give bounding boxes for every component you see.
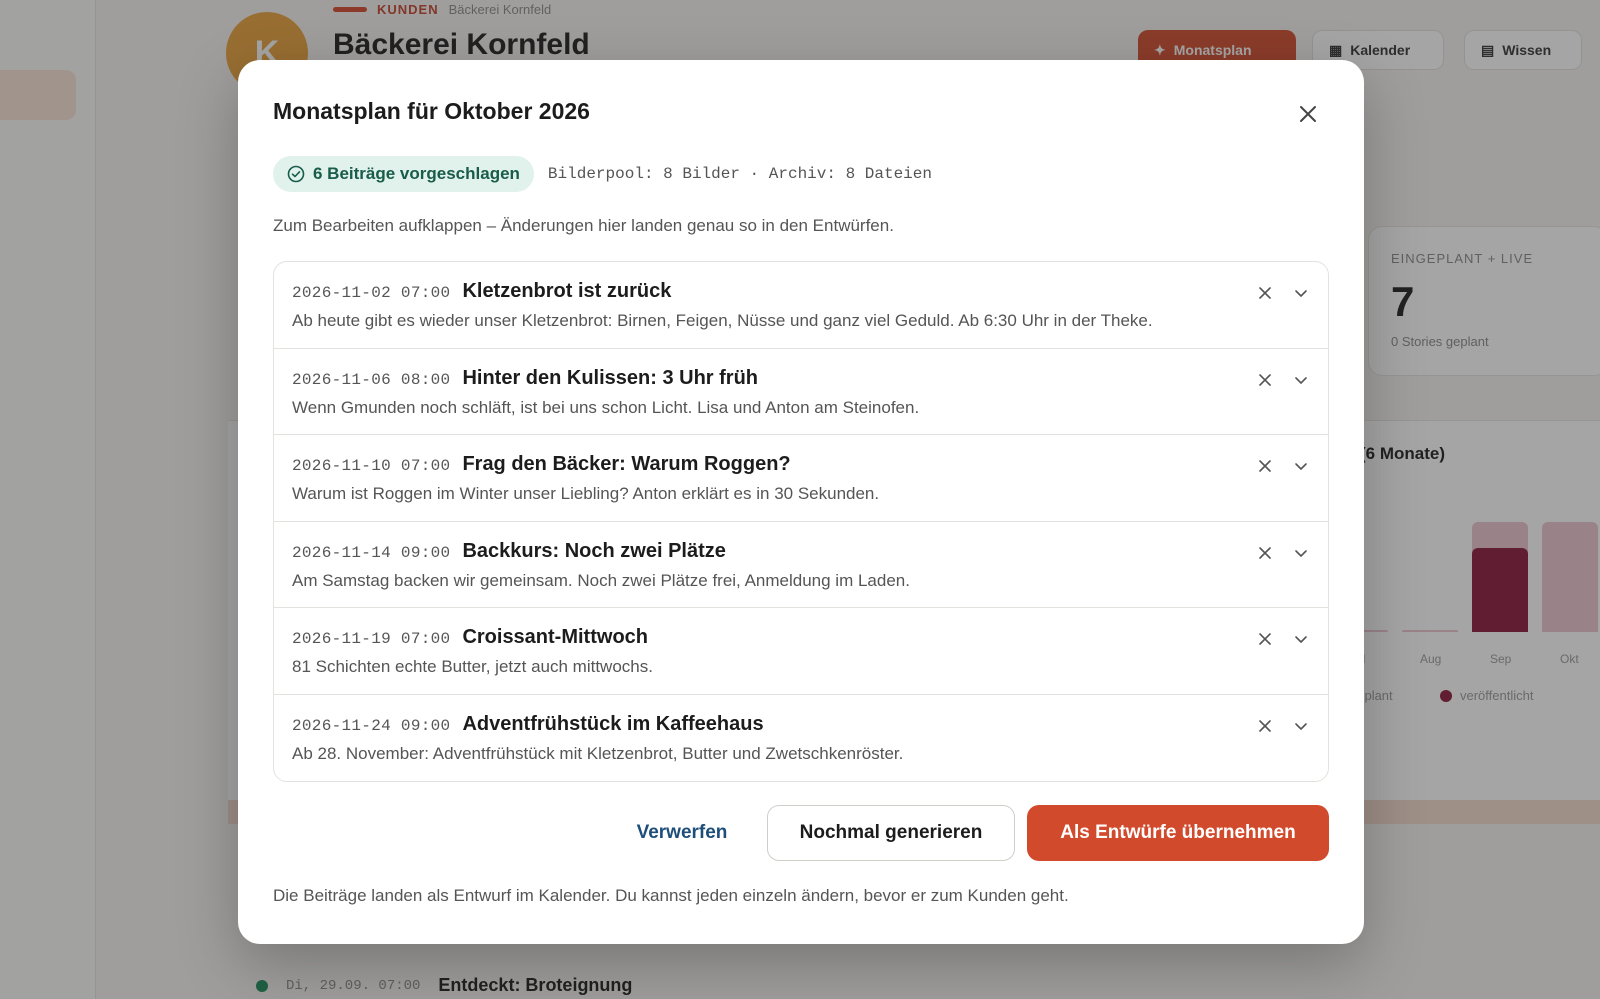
x-icon	[1259, 633, 1271, 645]
item-title: Croissant-Mittwoch	[462, 626, 648, 648]
item-text: Ab heute gibt es wieder unser Kletzenbro…	[292, 311, 1153, 330]
item-header: 2026-11-14 09:00 Backkurs: Noch zwei Plät…	[292, 540, 1310, 563]
accept-drafts-button[interactable]: Als Entwürfe übernehmen	[1027, 805, 1329, 861]
list-item[interactable]: 2026-11-02 07:00 Kletzenbrot ist zurück Ab…	[274, 262, 1328, 349]
x-icon	[1259, 719, 1271, 732]
remove-item-button[interactable]	[1256, 284, 1274, 302]
expand-item-button[interactable]	[1292, 630, 1310, 648]
regenerate-button[interactable]: Nochmal generieren	[767, 805, 1015, 861]
item-header: 2026-11-10 07:00 Frag den Bäcker: Warum R…	[292, 453, 1310, 476]
remove-item-button[interactable]	[1256, 544, 1274, 562]
item-text: Warum ist Roggen im Winter unser Lieblin…	[292, 484, 880, 503]
item-title: Kletzenbrot ist zurück	[462, 280, 672, 302]
x-icon	[1259, 460, 1271, 472]
item-actions	[1256, 544, 1310, 562]
remove-item-button[interactable]	[1256, 630, 1274, 648]
close-icon	[1300, 106, 1316, 122]
item-date: 2026-11-24 09:00	[292, 716, 451, 735]
chevron-down-icon	[1295, 636, 1307, 643]
item-actions	[1256, 457, 1310, 475]
dialog-meta: 6 Beiträge vorgeschlagen Bilderpool: 8 B…	[273, 156, 932, 192]
remove-item-button[interactable]	[1256, 371, 1274, 389]
post-list: 2026-11-02 07:00 Kletzenbrot ist zurück Ab…	[273, 261, 1329, 782]
item-actions	[1256, 371, 1310, 389]
item-title: Hinter den Kulissen: 3 Uhr früh	[462, 366, 759, 389]
discard-button[interactable]: Verwerfen	[619, 805, 745, 861]
item-date: 2026-11-19 07:00	[292, 630, 451, 648]
item-text: Ab 28. November: Adventfrühstück mit Kle…	[292, 743, 904, 763]
item-date: 2026-11-14 09:00	[292, 543, 451, 562]
suggestion-count-badge: 6 Beiträge vorgeschlagen	[273, 156, 534, 192]
item-actions	[1256, 284, 1310, 302]
chevron-down-icon	[1295, 290, 1307, 297]
expand-item-button[interactable]	[1292, 717, 1310, 735]
list-item[interactable]: 2026-11-24 09:00 Adventfrühstück im Kaffe…	[274, 695, 1328, 782]
dialog-footnote: Die Beiträge landen als Entwurf im Kalen…	[273, 886, 1069, 905]
list-item[interactable]: 2026-11-10 07:00 Frag den Bäcker: Warum R…	[274, 435, 1328, 522]
check-circle-icon	[287, 165, 305, 183]
x-icon	[1259, 287, 1271, 299]
list-item[interactable]: 2026-11-06 08:00 Hinter den Kulissen: 3 U…	[274, 349, 1328, 435]
item-text: Wenn Gmunden noch schläft, ist bei uns s…	[292, 397, 920, 417]
item-date: 2026-11-02 07:00	[292, 284, 451, 302]
close-button[interactable]	[1294, 100, 1322, 128]
expand-item-button[interactable]	[1292, 457, 1310, 475]
item-actions	[1256, 717, 1310, 735]
item-date: 2026-11-06 08:00	[292, 370, 451, 389]
expand-item-button[interactable]	[1292, 284, 1310, 302]
monthly-plan-dialog: Monatsplan für Oktober 2026 6 Beiträge v…	[238, 60, 1364, 944]
chevron-down-icon	[1295, 376, 1307, 384]
chevron-down-icon	[1295, 463, 1307, 470]
item-title: Backkurs: Noch zwei Plätze	[462, 539, 726, 562]
pool-info: Bilderpool: 8 Bilder · Archiv: 8 Dateien	[547, 165, 932, 183]
item-actions	[1256, 630, 1310, 648]
list-item[interactable]: 2026-11-19 07:00 Croissant-Mittwoch 81 Sch…	[274, 608, 1328, 695]
expand-item-button[interactable]	[1292, 544, 1310, 562]
edit-hint: Zum Bearbeiten aufklappen – Änderungen h…	[273, 216, 894, 235]
item-header: 2026-11-06 08:00 Hinter den Kulissen: 3 U…	[292, 367, 1310, 390]
dialog-actions: Verwerfen Nochmal generieren Als Entwürf…	[619, 805, 1329, 861]
remove-item-button[interactable]	[1256, 457, 1274, 475]
x-icon	[1259, 373, 1271, 386]
chevron-down-icon	[1295, 722, 1307, 730]
chevron-down-icon	[1295, 549, 1307, 557]
x-icon	[1259, 546, 1271, 559]
remove-item-button[interactable]	[1256, 717, 1274, 735]
item-header: 2026-11-24 09:00 Adventfrühstück im Kaffe…	[292, 713, 1310, 736]
item-title: Adventfrühstück im Kaffeehaus	[462, 712, 764, 735]
list-item[interactable]: 2026-11-14 09:00 Backkurs: Noch zwei Plät…	[274, 522, 1328, 608]
item-title: Frag den Bäcker: Warum Roggen?	[462, 453, 791, 475]
expand-item-button[interactable]	[1292, 371, 1310, 389]
dialog-title: Monatsplan für Oktober 2026	[273, 98, 590, 124]
item-header: 2026-11-19 07:00 Croissant-Mittwoch	[292, 626, 1310, 649]
item-text: 81 Schichten echte Butter, jetzt auch mi…	[292, 657, 653, 676]
item-date: 2026-11-10 07:00	[292, 457, 451, 475]
item-text: Am Samstag backen wir gemeinsam. Noch zw…	[292, 570, 910, 590]
item-header: 2026-11-02 07:00 Kletzenbrot ist zurück	[292, 280, 1310, 303]
